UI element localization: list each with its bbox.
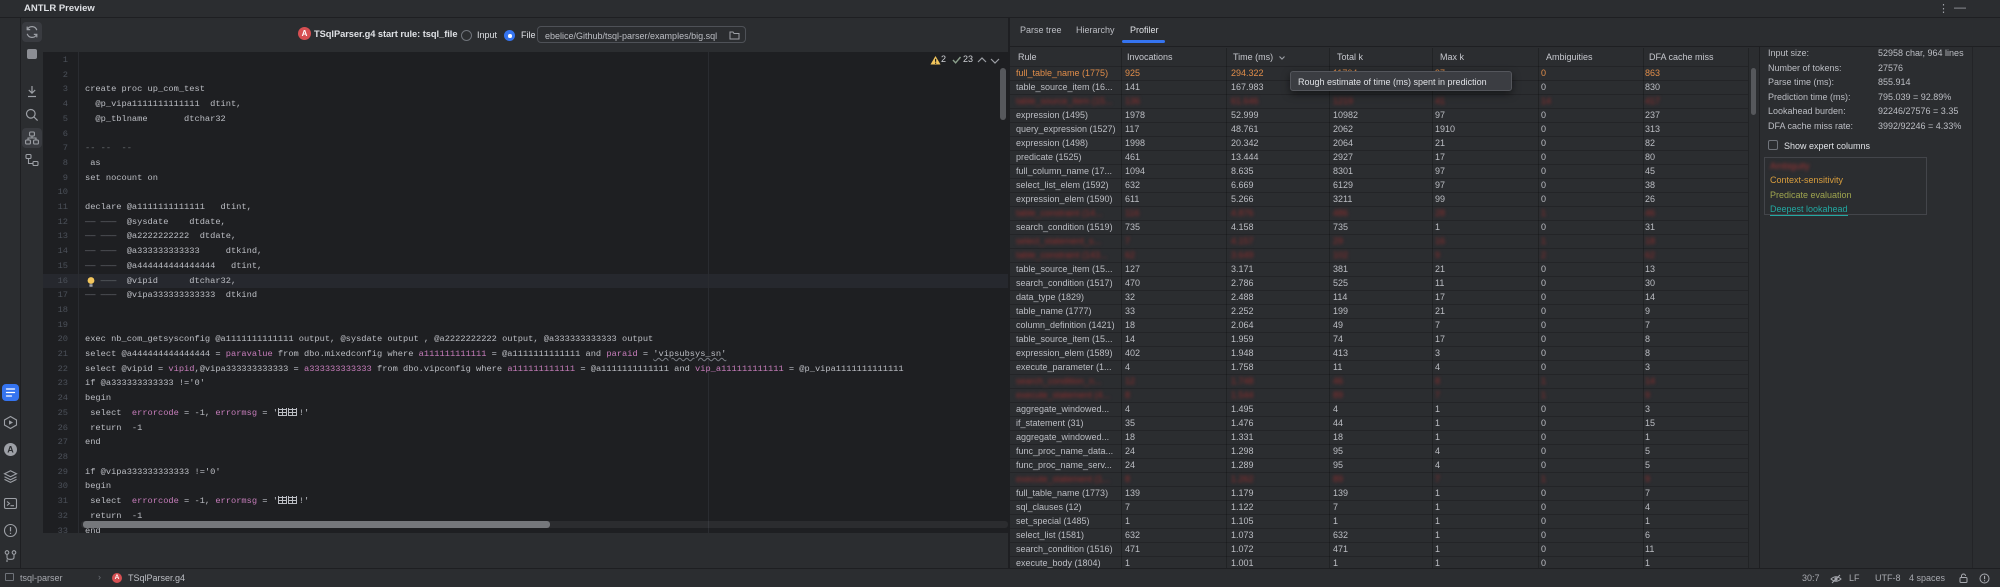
svg-text:A: A [7,445,14,455]
